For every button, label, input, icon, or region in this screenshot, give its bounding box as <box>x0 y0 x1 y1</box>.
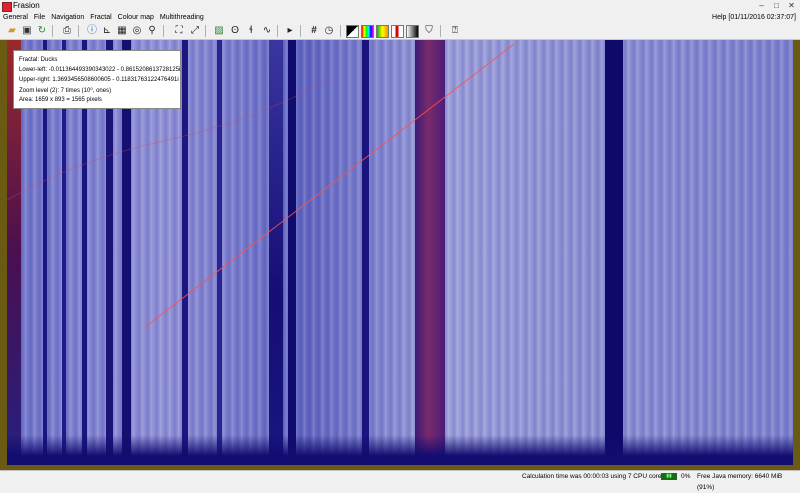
image-icon[interactable]: ▨ <box>212 24 226 38</box>
wave-icon[interactable]: ∿ <box>260 24 274 38</box>
refresh-icon[interactable]: ↻ <box>35 24 49 38</box>
folder-open-icon[interactable]: ▰ <box>5 24 19 38</box>
calculation-time: Calculation time was 00:00:03 using 7 CP… <box>522 473 665 480</box>
zoom-icon[interactable]: ⚲ <box>145 24 159 38</box>
spiral-icon[interactable]: ʘ <box>228 24 242 38</box>
menu-navigation[interactable]: Navigation <box>48 12 87 23</box>
menu-general[interactable]: General <box>0 12 31 23</box>
print-icon[interactable]: ⎙ <box>60 24 74 38</box>
free-memory: Free Java memory: 6640 MiB (91%) <box>697 473 783 491</box>
menu-fractal[interactable]: Fractal <box>87 12 114 23</box>
cpu-percent: 0% <box>681 473 691 480</box>
palette-red-icon[interactable] <box>391 25 404 38</box>
help-menu[interactable]: Help [01/11/2016 02:37:07] <box>712 12 796 23</box>
maximize-icon[interactable]: □ <box>770 1 783 11</box>
menu-colour-map[interactable]: Colour map <box>115 12 157 23</box>
cpu-meter-icon: ▮▮ <box>661 473 677 480</box>
grid-icon[interactable]: ▦ <box>115 24 129 38</box>
fit-in-icon[interactable]: ⛶ <box>172 24 186 38</box>
target-icon[interactable]: ◎ <box>130 24 144 38</box>
curve-icon[interactable]: ɬ <box>244 24 258 38</box>
filter-icon[interactable]: ⛉ <box>422 24 436 38</box>
fractal-info-panel: Fractal: Ducks Lower-left: -0.0113644933… <box>13 50 181 109</box>
save-icon[interactable]: ▣ <box>20 24 34 38</box>
minimize-icon[interactable]: – <box>755 1 768 11</box>
clock-icon[interactable]: ◷ <box>322 24 336 38</box>
info-fractal-name: Fractal: Ducks <box>19 57 58 63</box>
toolbar: ▰ ▣ ↻ ⎙ ⓘ ⊾ ▦ ◎ ⚲ ⛶ ⤢ ▨ ʘ ɬ ∿ ▸ # ◷ ⛉ ⍰ <box>0 23 800 40</box>
palette-gradient-icon[interactable] <box>376 25 389 38</box>
info-zoom-level: Zoom level (2): 7 times (10⁰, ones) <box>19 88 112 94</box>
palette-sharp-icon[interactable] <box>406 25 419 38</box>
palette-rainbow-icon[interactable] <box>361 25 374 38</box>
menu-multithreading[interactable]: Multithreading <box>157 12 207 23</box>
status-bar: Calculation time was 00:00:03 using 7 CP… <box>0 470 800 491</box>
info-lower-left: Lower-left: -0.011364493390343022 - 0.86… <box>19 67 181 73</box>
ruler-icon[interactable]: ⊾ <box>100 24 114 38</box>
app-icon <box>2 2 12 12</box>
bookmark-icon[interactable]: ▸ <box>283 24 297 38</box>
info-area: Area: 1659 x 893 = 1565 pixels <box>19 97 102 103</box>
info-upper-right: Upper-right: 1.3693456508600605 - 0.1183… <box>19 77 179 83</box>
menu-file[interactable]: File <box>31 12 48 23</box>
close-icon[interactable]: ✕ <box>785 1 798 11</box>
info-icon[interactable]: ⓘ <box>85 24 99 38</box>
menu-bar: General File Navigation Fractal Colour m… <box>0 12 800 23</box>
hash-icon[interactable]: # <box>307 24 321 38</box>
fit-out-icon[interactable]: ⤢ <box>188 24 202 38</box>
palette-bw-icon[interactable] <box>346 25 359 38</box>
help-icon[interactable]: ⍰ <box>448 24 462 38</box>
window-title: Frasion <box>13 1 40 10</box>
